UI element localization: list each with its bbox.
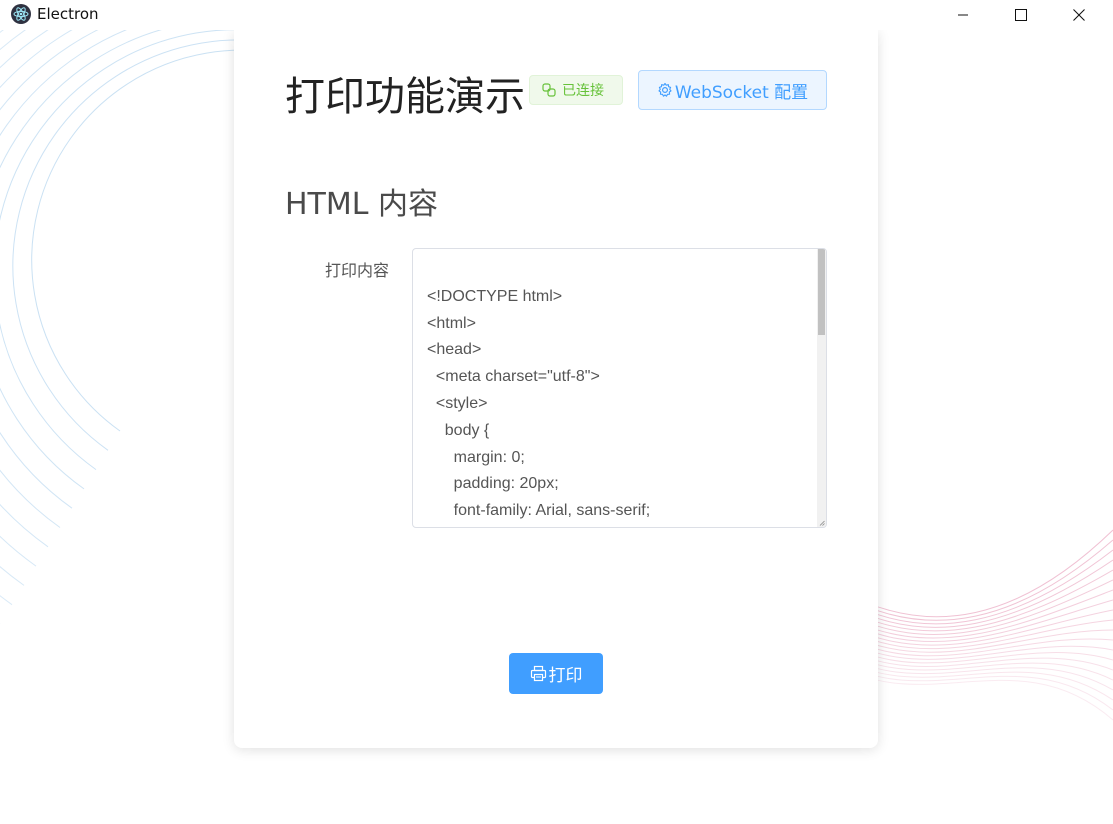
section-title: HTML 内容: [285, 187, 439, 222]
status-text: 已连接: [562, 83, 604, 99]
app-window: Electron 打印功能演示 已连接 WebSocket 配置 HTML 内容…: [0, 0, 1113, 824]
close-button[interactable]: [1050, 0, 1108, 30]
decor-curve: [839, 559, 1113, 628]
scrollbar-thumb[interactable]: [818, 249, 825, 335]
print-demo-card: 打印功能演示 已连接 WebSocket 配置 HTML 内容 打印内容 <!D…: [234, 30, 878, 748]
electron-logo-icon: [11, 4, 31, 24]
textarea-scrollbar[interactable]: [817, 249, 826, 527]
close-icon: [1073, 9, 1085, 21]
decor-curve: [839, 529, 1113, 618]
print-content-textarea[interactable]: <!DOCTYPE html> <html> <head> <meta char…: [413, 249, 818, 527]
print-content-label: 打印内容: [325, 261, 390, 280]
link-icon: [542, 83, 556, 97]
minimize-icon: [958, 14, 968, 16]
resize-handle-icon[interactable]: [819, 520, 825, 526]
websocket-config-label: WebSocket 配置: [674, 82, 809, 103]
window-title: Electron: [37, 5, 99, 23]
print-content-textarea-container: <!DOCTYPE html> <html> <head> <meta char…: [412, 248, 827, 528]
print-button-label: 打印: [548, 666, 583, 686]
maximize-icon: [1015, 9, 1027, 21]
title-bar: Electron: [0, 0, 1113, 30]
page-title: 打印功能演示: [285, 74, 525, 120]
gear-icon: [657, 82, 673, 98]
print-button[interactable]: 打印: [509, 653, 603, 694]
connection-status-badge: 已连接: [529, 75, 623, 105]
websocket-config-button[interactable]: WebSocket 配置: [638, 70, 827, 110]
maximize-button[interactable]: [992, 0, 1050, 30]
decor-curve: [839, 649, 1113, 681]
minimize-button[interactable]: [934, 0, 992, 30]
printer-icon: [530, 665, 547, 682]
